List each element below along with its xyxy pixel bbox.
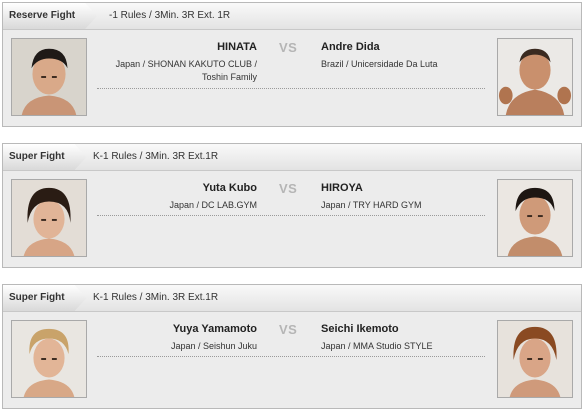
dotted-divider xyxy=(97,88,485,89)
bout-rules: K-1 Rules / 3Min. 3R Ext.1R xyxy=(93,151,219,162)
bout-card-1: Reserve Fight -1 Rules / 3Min. 3R Ext. 1… xyxy=(2,2,582,127)
affiliation-line: Toshin Family xyxy=(201,72,257,82)
fighter-portrait xyxy=(12,321,86,397)
fighter-photo-right[interactable] xyxy=(497,320,573,398)
fighter-name-left[interactable]: HINATA xyxy=(217,41,257,53)
bout-card-2: Super Fight K-1 Rules / 3Min. 3R Ext.1R … xyxy=(2,143,582,268)
fighter-photo-right[interactable] xyxy=(497,179,573,257)
bout-label: Super Fight xyxy=(3,144,87,170)
bout-label: Super Fight xyxy=(3,285,87,311)
bout-body: Yuta Kubo Japan / DC LAB.GYM VS HIROYA J… xyxy=(3,171,581,267)
fighter-affiliation-right: Japan / TRY HARD GYM xyxy=(321,199,422,212)
dotted-divider xyxy=(97,215,485,216)
bout-body: Yuya Yamamoto Japan / Seishun Juku VS Se… xyxy=(3,312,581,408)
affiliation-line: Japan / Seishun Juku xyxy=(170,341,257,351)
fighter-portrait xyxy=(498,321,572,397)
affiliation-line: Japan / DC LAB.GYM xyxy=(169,200,257,210)
affiliation-line: Japan / MMA Studio STYLE xyxy=(321,341,433,351)
fighter-portrait xyxy=(498,39,572,115)
vs-label: VS xyxy=(279,322,298,337)
bout-rules: -1 Rules / 3Min. 3R Ext. 1R xyxy=(109,10,231,21)
vs-label: VS xyxy=(279,181,298,196)
fighter-name-left[interactable]: Yuya Yamamoto xyxy=(173,323,257,335)
bout-body: HINATA Japan / SHONAN KAKUTO CLUB / Tosh… xyxy=(3,30,581,126)
affiliation-line: Japan / TRY HARD GYM xyxy=(321,200,422,210)
affiliation-line: Brazil / Unicersidade Da Luta xyxy=(321,59,438,69)
fighter-photo-left[interactable] xyxy=(11,179,87,257)
bout-header: Super Fight K-1 Rules / 3Min. 3R Ext.1R xyxy=(3,285,581,312)
fighter-affiliation-left: Japan / SHONAN KAKUTO CLUB / Toshin Fami… xyxy=(57,58,257,84)
fighter-portrait xyxy=(498,180,572,256)
fighter-photo-left[interactable] xyxy=(11,320,87,398)
fighter-name-right[interactable]: Andre Dida xyxy=(321,41,380,53)
fighter-photo-right[interactable] xyxy=(497,38,573,116)
fighter-affiliation-right: Brazil / Unicersidade Da Luta xyxy=(321,58,438,71)
dotted-divider xyxy=(97,356,485,357)
fighter-affiliation-right: Japan / MMA Studio STYLE xyxy=(321,340,433,353)
vs-label: VS xyxy=(279,40,298,55)
bout-label: Reserve Fight xyxy=(3,3,97,29)
fighter-affiliation-left: Japan / DC LAB.GYM xyxy=(57,199,257,212)
bout-header: Reserve Fight -1 Rules / 3Min. 3R Ext. 1… xyxy=(3,3,581,30)
fighter-portrait xyxy=(12,180,86,256)
fighter-affiliation-left: Japan / Seishun Juku xyxy=(57,340,257,353)
fighter-name-left[interactable]: Yuta Kubo xyxy=(203,182,257,194)
bout-header: Super Fight K-1 Rules / 3Min. 3R Ext.1R xyxy=(3,144,581,171)
fighter-name-right[interactable]: HIROYA xyxy=(321,182,363,194)
bout-card-3: Super Fight K-1 Rules / 3Min. 3R Ext.1R … xyxy=(2,284,582,409)
affiliation-line: Japan / SHONAN KAKUTO CLUB / xyxy=(115,59,257,69)
fighter-name-right[interactable]: Seichi Ikemoto xyxy=(321,323,399,335)
bout-rules: K-1 Rules / 3Min. 3R Ext.1R xyxy=(93,292,219,303)
